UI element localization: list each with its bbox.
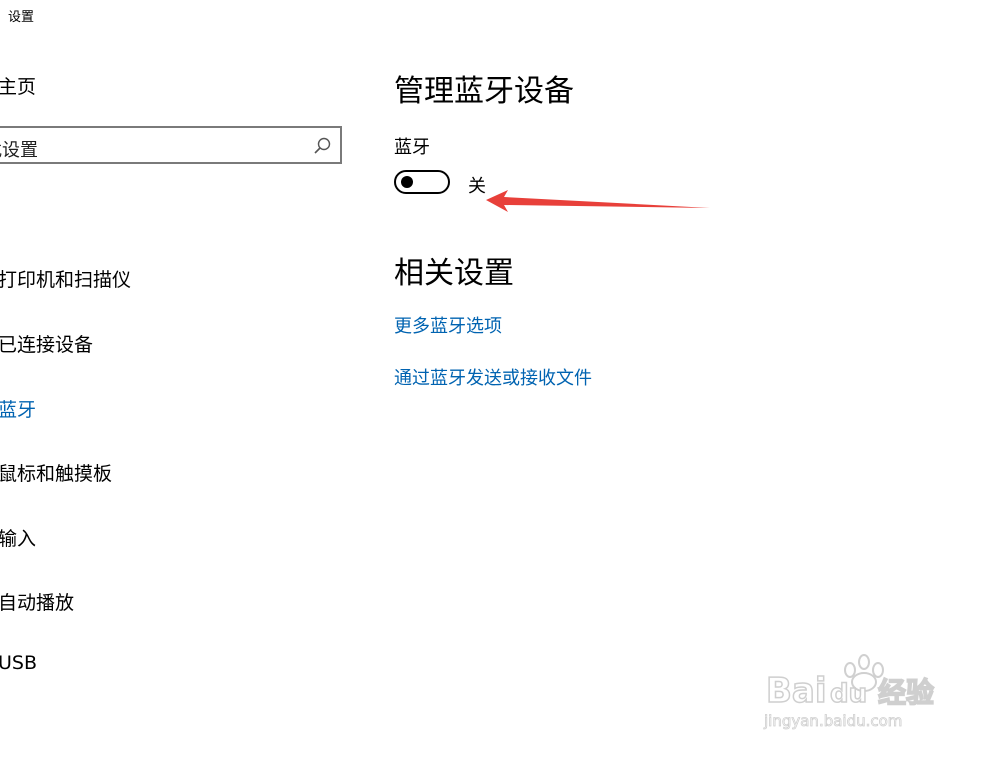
- related-settings-title: 相关设置: [394, 256, 514, 291]
- sidebar-item-autoplay[interactable]: 自动播放: [0, 588, 74, 615]
- watermark-brand: Bai: [766, 671, 827, 711]
- sidebar-item-input[interactable]: 输入: [0, 524, 36, 551]
- red-arrow-annotation: [486, 190, 710, 212]
- window-title: 设置: [8, 10, 35, 25]
- sidebar-item-printers[interactable]: 打印机和扫描仪: [0, 265, 131, 292]
- sidebar-item-usb[interactable]: USB: [0, 652, 37, 674]
- toggle-knob: [401, 176, 413, 188]
- sidebar-item-mouse-touchpad[interactable]: 鼠标和触摸板: [0, 459, 112, 486]
- search-input[interactable]: 找设置: [0, 126, 342, 164]
- page-title: 管理蓝牙设备: [394, 74, 574, 109]
- search-icon[interactable]: [312, 136, 332, 156]
- sidebar-item-connected-devices[interactable]: 已连接设备: [0, 330, 93, 357]
- bluetooth-toggle[interactable]: [394, 170, 450, 194]
- nav-home[interactable]: 主页: [0, 72, 36, 99]
- send-receive-files-link[interactable]: 通过蓝牙发送或接收文件: [394, 364, 592, 390]
- more-bluetooth-options-link[interactable]: 更多蓝牙选项: [394, 312, 502, 338]
- watermark-url: jingyan.baidu.com: [763, 712, 902, 730]
- bluetooth-label: 蓝牙: [394, 137, 430, 158]
- watermark-brand2: du: [830, 679, 867, 709]
- sidebar-item-bluetooth[interactable]: 蓝牙: [0, 395, 36, 422]
- baidu-jingyan-watermark: Bai du 经验 jingyan.baidu.com: [763, 654, 935, 730]
- watermark-brand-cn: 经验: [878, 676, 934, 709]
- search-placeholder: 找设置: [0, 140, 38, 161]
